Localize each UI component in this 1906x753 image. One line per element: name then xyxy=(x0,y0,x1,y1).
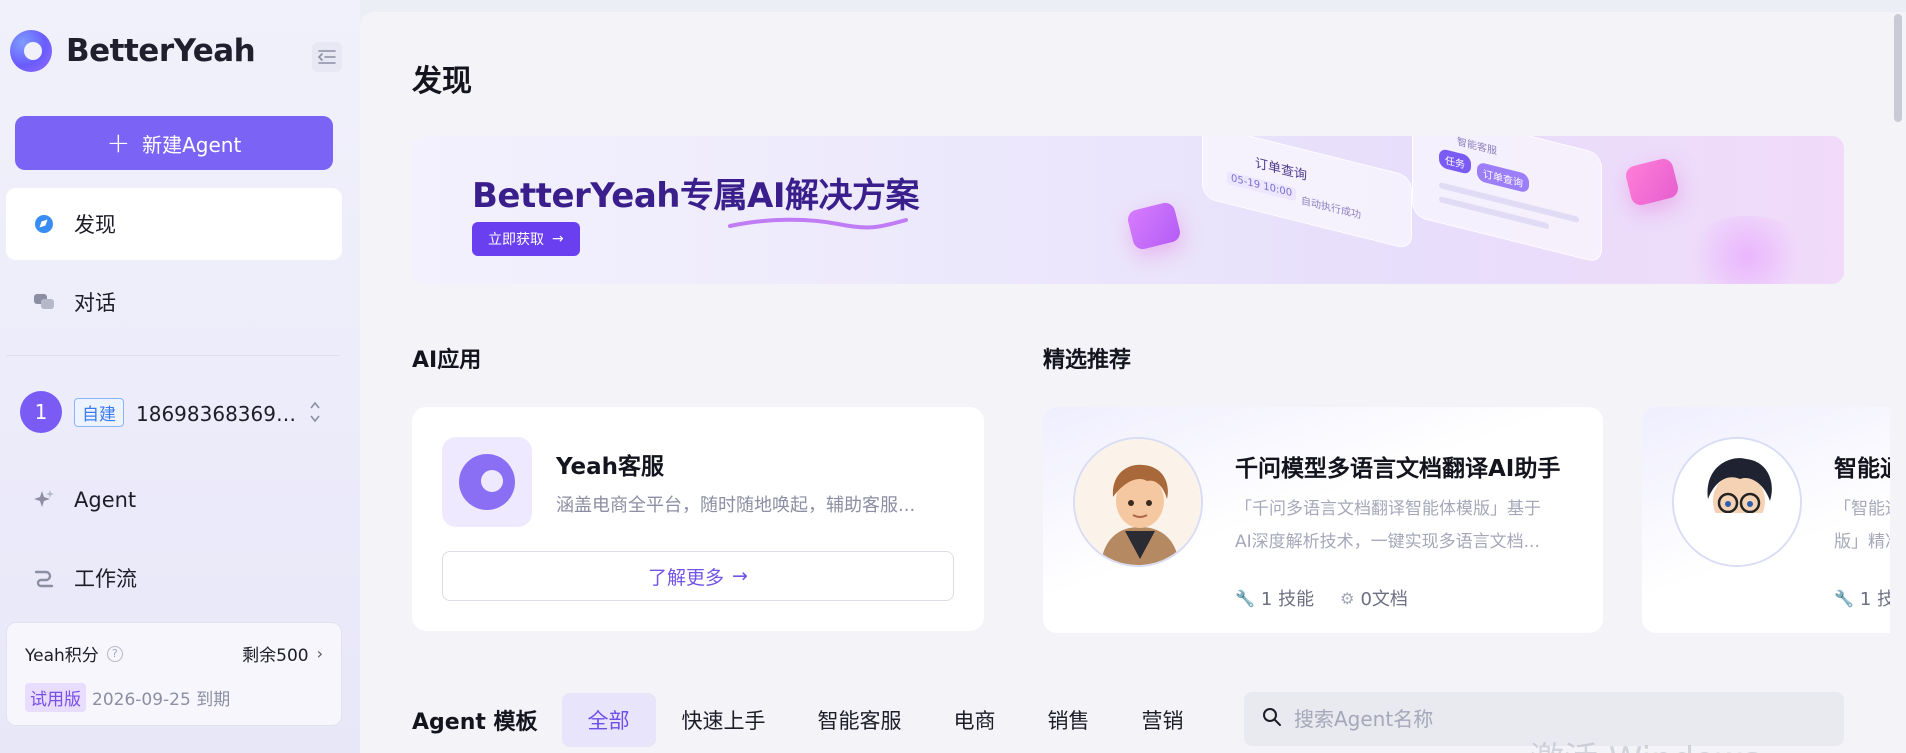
new-agent-button[interactable]: + 新建Agent xyxy=(15,116,333,170)
points-card[interactable]: Yeah积分 ? 剩余500 › 试用版 2026-09-25 到期 xyxy=(6,622,342,726)
illustration-card-tag: 任务 xyxy=(1439,148,1471,176)
app-description: 涵盖电商全平台，随时随地唤起，辅助客服... xyxy=(556,495,916,516)
featured-card-description: 「千问多语言文档翻译智能体模版」基于 AI深度解析技术，一键实现多语言文档... xyxy=(1235,493,1575,559)
description-line: AI深度解析技术，一键实现多语言文档... xyxy=(1235,532,1540,552)
workspace-name: 18698368369的... xyxy=(136,401,296,426)
trial-badge: 试用版 xyxy=(25,683,86,712)
templates-title: Agent 模板 xyxy=(412,710,538,735)
featured-card[interactable]: 千问模型多语言文档翻译AI助手 「千问多语言文档翻译智能体模版」基于 AI深度解… xyxy=(1043,407,1603,633)
help-icon[interactable]: ? xyxy=(106,645,123,662)
banner-headline: BetterYeah专属AI解决方案 xyxy=(472,176,919,216)
app-card[interactable]: Yeah客服 涵盖电商全平台，随时随地唤起，辅助客服... 了解更多 → xyxy=(412,407,984,631)
banner-illustration-card: 订单查询 05-19 10:00 自动执行成功 xyxy=(1202,136,1412,251)
os-activation-watermark: 激活 Windows xyxy=(1530,732,1761,753)
sparkle-icon xyxy=(30,486,58,514)
docs-count: ⚙ 0文档 xyxy=(1340,585,1408,611)
docs-label: 0文档 xyxy=(1360,589,1408,610)
description-line: 「千问多语言文档翻译智能体模版」基于 xyxy=(1235,499,1541,519)
tab-marketing[interactable]: 营销 xyxy=(1116,693,1210,747)
banner-cta-label: 立即获取 xyxy=(488,232,544,248)
tab-sales[interactable]: 销售 xyxy=(1022,693,1116,747)
illustration-card-status: 自动执行成功 xyxy=(1301,195,1361,222)
yeah-service-logo-icon xyxy=(442,437,532,527)
points-remaining: 剩余500 xyxy=(242,646,309,666)
trial-expiry: 2026-09-25 到期 xyxy=(92,690,231,710)
template-tabs: Agent 模板 全部 快速上手 智能客服 电商 销售 营销 xyxy=(412,692,1210,748)
arrow-right-icon: → xyxy=(732,565,748,587)
trial-row: 试用版 2026-09-25 到期 xyxy=(25,683,230,712)
nav-item-workflow[interactable]: 工作流 xyxy=(6,542,342,614)
points-title-row: Yeah积分 ? xyxy=(25,641,123,666)
banner-cta-button[interactable]: 立即获取 → xyxy=(472,222,580,256)
nav-item-chat[interactable]: 对话 xyxy=(6,266,342,338)
wrench-icon: 🔧 xyxy=(1235,588,1255,608)
collapse-icon xyxy=(318,50,336,64)
featured-card[interactable]: 智能通 「智能通 版」精准 🔧1 技能 xyxy=(1642,407,1906,633)
nav-item-discover[interactable]: 发现 xyxy=(6,188,342,260)
wrench-icon: 🔧 xyxy=(1834,588,1854,608)
logo-icon xyxy=(10,30,52,72)
nav-item-label: 对话 xyxy=(74,291,116,315)
skills-label: 1 技能 xyxy=(1260,589,1315,610)
chat-icon xyxy=(30,288,58,316)
featured-title: 精选推荐 xyxy=(1043,348,1132,373)
tab-smart-service[interactable]: 智能客服 xyxy=(792,693,928,747)
workspace-avatar: 1 xyxy=(20,391,62,433)
app-name: Yeah客服 xyxy=(556,454,665,480)
switch-icon xyxy=(308,398,322,426)
divider xyxy=(6,355,340,356)
tab-quick-start[interactable]: 快速上手 xyxy=(656,693,792,747)
promo-banner[interactable]: BetterYeah专属AI解决方案 立即获取 → 订单查询 05-19 10:… xyxy=(412,136,1844,284)
scrollbar[interactable] xyxy=(1890,12,1906,753)
illustration-card-tag: 订单查询 xyxy=(1477,161,1529,194)
banner-illustration-card: 智能客服 任务 订单查询 xyxy=(1412,136,1602,264)
nav-item-agent[interactable]: Agent xyxy=(6,464,342,536)
search-input[interactable] xyxy=(1294,707,1814,731)
points-title: Yeah积分 xyxy=(25,646,99,666)
learn-more-button[interactable]: 了解更多 → xyxy=(442,551,954,601)
nav-item-label: Agent xyxy=(74,488,137,512)
agent-avatar xyxy=(1073,437,1203,567)
workspace-switcher[interactable]: 1 自建 18698368369的... xyxy=(20,390,340,434)
plus-icon: + xyxy=(106,126,131,159)
tab-ecommerce[interactable]: 电商 xyxy=(928,693,1022,747)
discover-icon xyxy=(30,210,58,238)
collapse-sidebar-button[interactable] xyxy=(312,42,342,72)
gear-icon: ⚙ xyxy=(1340,588,1355,608)
glow-decoration xyxy=(1682,216,1812,284)
nav-item-label: 发现 xyxy=(74,213,116,237)
new-agent-label: 新建Agent xyxy=(142,132,242,157)
cube-decoration xyxy=(1125,200,1183,252)
chevron-right-icon: › xyxy=(316,644,323,663)
brand-logo[interactable]: BetterYeah xyxy=(10,30,256,72)
scrollbar-thumb[interactable] xyxy=(1894,14,1902,122)
arrow-right-icon: → xyxy=(552,231,564,247)
cube-decoration xyxy=(1623,156,1681,208)
nav-item-label: 工作流 xyxy=(74,567,137,591)
agent-avatar xyxy=(1672,437,1802,567)
search-icon xyxy=(1262,707,1282,732)
skills-count: 🔧1 技能 xyxy=(1235,585,1314,611)
learn-more-label: 了解更多 xyxy=(648,566,725,589)
points-remaining-link[interactable]: 剩余500 › xyxy=(242,641,323,666)
featured-card-title: 千问模型多语言文档翻译AI助手 xyxy=(1235,456,1561,482)
headline-underline-decoration xyxy=(728,217,908,230)
page-title: 发现 xyxy=(412,64,472,99)
main-content: 发现 BetterYeah专属AI解决方案 立即获取 → 订单查询 05-19 … xyxy=(360,12,1906,753)
workflow-icon xyxy=(30,564,58,592)
featured-card-meta: 🔧 1 技能 ⚙ 0文档 xyxy=(1235,585,1434,611)
brand-name: BetterYeah xyxy=(66,33,256,69)
workspace-tag: 自建 xyxy=(74,397,124,427)
tab-all[interactable]: 全部 xyxy=(561,693,656,747)
ai-apps-title: AI应用 xyxy=(412,348,482,373)
sidebar: BetterYeah + 新建Agent 发现 对话 1 自建 18698368… xyxy=(0,0,360,753)
